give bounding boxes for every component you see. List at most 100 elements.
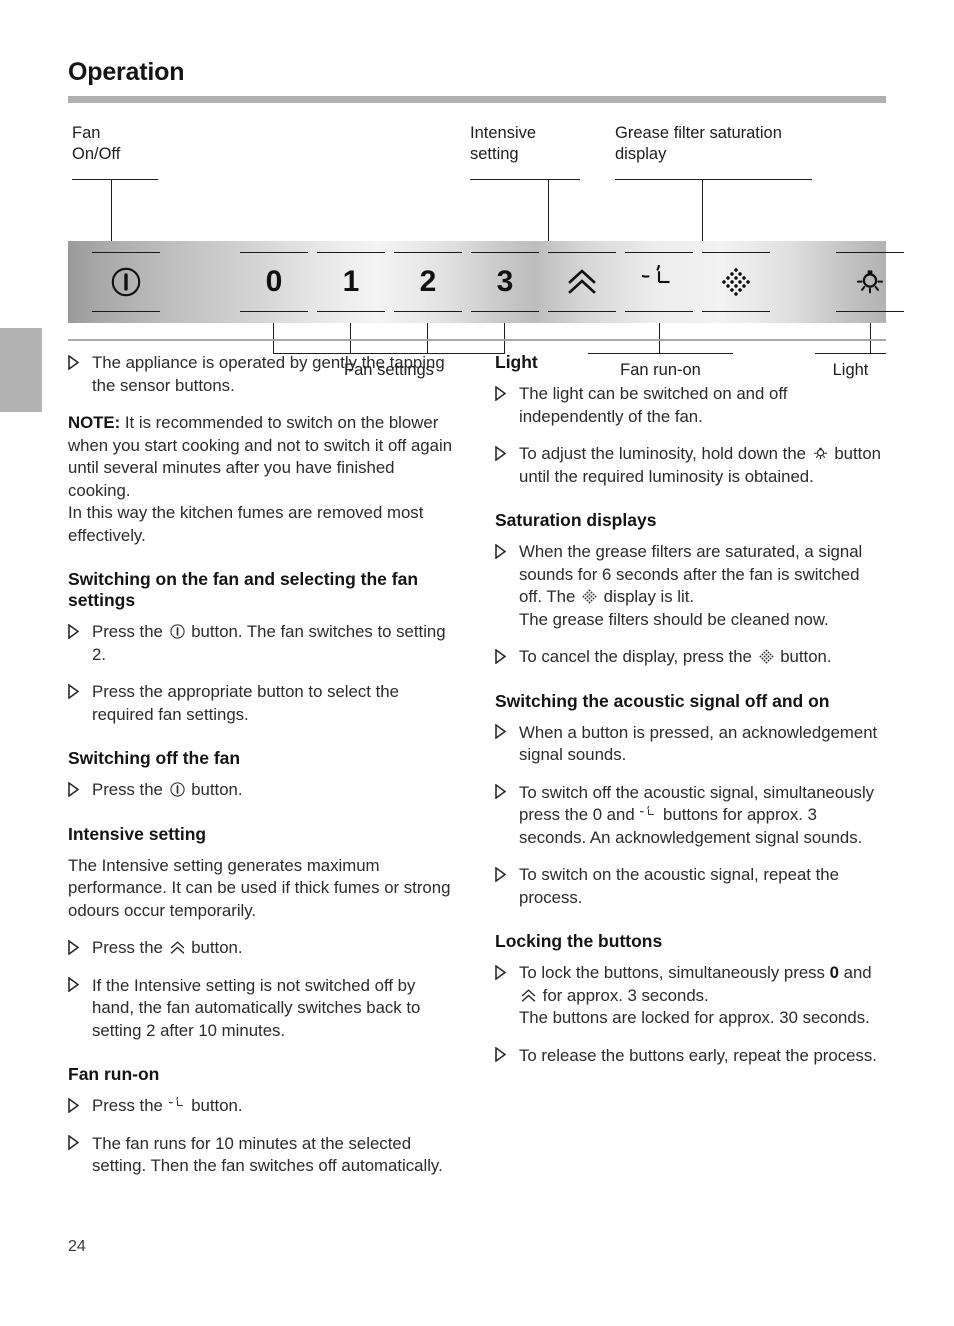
- paragraph-text: To switch on the acoustic signal, repeat…: [519, 865, 839, 907]
- heading-light: Light: [495, 352, 538, 372]
- paragraph-run-on-1: Press the button.: [68, 1095, 458, 1118]
- paragraph-acoustic-3: To switch on the acoustic signal, repeat…: [495, 864, 885, 909]
- triangle-bullet-icon: [68, 1135, 79, 1150]
- paragraph-text-line3: The buttons are locked for approx. 30 se…: [519, 1008, 870, 1027]
- key-fan-setting-1[interactable]: 1: [317, 252, 385, 312]
- light-bulb-icon: [853, 265, 887, 299]
- page-content: Operation Fan On/Off Intensive setting G…: [68, 0, 904, 1326]
- triangle-bullet-icon: [495, 1047, 506, 1062]
- paragraph-intensive-2: If the Intensive setting is not switched…: [68, 975, 458, 1043]
- triangle-bullet-icon: [68, 977, 79, 992]
- double-chevron-up-icon: [169, 940, 186, 956]
- grease-filter-icon: [758, 648, 775, 665]
- double-chevron-up-icon: [520, 988, 537, 1004]
- paragraph-text: To adjust the luminosity, hold down the: [519, 444, 811, 463]
- heading-locking-buttons: Locking the buttons: [495, 931, 663, 951]
- timer-clock-icon: [168, 1097, 186, 1114]
- right-column: Light The light can be switched on and o…: [495, 352, 885, 1178]
- leader-stem-fan-0: [273, 323, 274, 353]
- key-fan-setting-2[interactable]: 2: [394, 252, 462, 312]
- triangle-bullet-icon: [68, 354, 79, 370]
- heading-intensive-setting: Intensive setting: [68, 823, 207, 844]
- key-intensive-setting[interactable]: [548, 252, 616, 312]
- control-panel-diagram: Fan On/Off Intensive setting Grease filt…: [68, 123, 904, 379]
- paragraph-text: The appliance is operated by gently the …: [92, 353, 445, 395]
- paragraph-text: Press the: [92, 1096, 168, 1115]
- paragraph-text-cont: button.: [186, 780, 243, 799]
- callout-grease-filter-saturation: Grease filter saturation display: [615, 124, 782, 163]
- paragraph-acoustic-2: To switch off the acoustic signal, simul…: [495, 782, 885, 850]
- control-panel-strip: 0 1 2 3: [68, 241, 904, 323]
- key-fan-on-off[interactable]: [92, 252, 160, 312]
- paragraph-switch-on-1: Press the button. The fan switches to se…: [68, 621, 458, 666]
- key-fan-setting-0[interactable]: 0: [240, 252, 308, 312]
- power-icon: [169, 781, 186, 798]
- note-body-2: In this way the kitchen fumes are remove…: [68, 503, 424, 545]
- paragraph-text: Press the appropriate button to select t…: [92, 682, 399, 724]
- callout-intensive-setting: Intensive setting: [470, 124, 537, 163]
- key-label: 3: [496, 265, 514, 298]
- content-columns: The appliance is operated by gently the …: [68, 352, 886, 1178]
- paragraph-text-cont: button.: [775, 647, 832, 666]
- grease-filter-icon: [581, 588, 598, 605]
- paragraph-locking-2: To release the buttons early, repeat the…: [495, 1045, 885, 1068]
- paragraph-run-on-2: The fan runs for 10 minutes at the selec…: [68, 1133, 458, 1178]
- triangle-bullet-icon: [68, 1097, 79, 1113]
- paragraph-light-2: To adjust the luminosity, hold down the …: [495, 443, 885, 488]
- double-chevron-up-icon: [566, 267, 598, 297]
- leader-stem-run-on: [659, 323, 660, 353]
- paragraph-text: Press the: [92, 938, 168, 957]
- paragraph-text: To cancel the display, press the: [519, 647, 757, 666]
- paragraph-saturation-1: When the grease filters are saturated, a…: [495, 541, 885, 631]
- triangle-bullet-icon: [495, 964, 506, 980]
- leader-stem-grease: [702, 179, 703, 241]
- leader-bar-fan-on-off: [72, 179, 158, 180]
- triangle-bullet-icon: [495, 648, 506, 664]
- note-label: NOTE:: [68, 413, 121, 432]
- paragraph-text: Press the: [92, 780, 168, 799]
- leader-stem-fan-3: [504, 323, 505, 353]
- heading-switching-on-fan: Switching on the fan and selecting the f…: [68, 569, 419, 610]
- triangle-bullet-icon: [495, 724, 506, 739]
- leader-stem-intensive: [548, 179, 549, 241]
- section-index-tab: [0, 328, 42, 412]
- paragraph-acoustic-1: When a button is pressed, an acknowledge…: [495, 722, 885, 767]
- paragraph-text: Press the: [92, 622, 168, 641]
- leader-stem-fan-on-off: [111, 179, 112, 241]
- paragraph-text-cont: display is lit.: [598, 587, 695, 606]
- paragraph-text: When a button is pressed, an acknowledge…: [519, 722, 878, 765]
- paragraph-light-1: The light can be switched on and off ind…: [495, 383, 885, 428]
- paragraph-text-cont: button.: [186, 1096, 243, 1115]
- key-label: 0: [265, 265, 283, 298]
- title-rule: [68, 96, 886, 103]
- timer-clock-icon: [640, 806, 657, 823]
- key-reference-zero: 0: [829, 963, 839, 982]
- paragraph-text: If the Intensive setting is not switched…: [92, 975, 421, 1040]
- key-fan-setting-3[interactable]: 3: [471, 252, 539, 312]
- paragraph-locking-1: To lock the buttons, simultaneously pres…: [495, 962, 885, 1030]
- paragraph-intensive: The Intensive setting generates maximum …: [68, 855, 451, 920]
- triangle-bullet-icon: [495, 866, 506, 882]
- triangle-bullet-icon: [495, 784, 506, 799]
- paragraph-text-cont: button.: [186, 938, 243, 957]
- paragraph-intro: The appliance is operated by gently the …: [68, 352, 458, 397]
- power-icon: [109, 265, 143, 299]
- key-grease-filter-display[interactable]: [702, 252, 770, 312]
- power-icon: [169, 623, 186, 640]
- paragraph-switch-on-2: Press the appropriate button to select t…: [68, 681, 458, 726]
- leader-stem-fan-1: [350, 323, 351, 353]
- heading-switching-off-fan: Switching off the fan: [68, 748, 241, 768]
- paragraph-text: The fan runs for 10 minutes at the selec…: [92, 1133, 443, 1176]
- leader-stem-fan-2: [427, 323, 428, 353]
- triangle-bullet-icon: [495, 543, 506, 559]
- heading-saturation-displays: Saturation displays: [495, 510, 657, 530]
- paragraph-saturation-2: To cancel the display, press the button.: [495, 646, 885, 669]
- key-fan-run-on[interactable]: [625, 252, 693, 312]
- key-label: 2: [419, 265, 437, 298]
- page-title: Operation: [68, 58, 185, 86]
- body-divider-rule: [68, 339, 886, 341]
- callout-fan-on-off: Fan On/Off: [72, 124, 121, 163]
- grease-filter-icon: [719, 265, 753, 299]
- key-light[interactable]: [836, 252, 904, 312]
- heading-fan-run-on: Fan run-on: [68, 1064, 160, 1084]
